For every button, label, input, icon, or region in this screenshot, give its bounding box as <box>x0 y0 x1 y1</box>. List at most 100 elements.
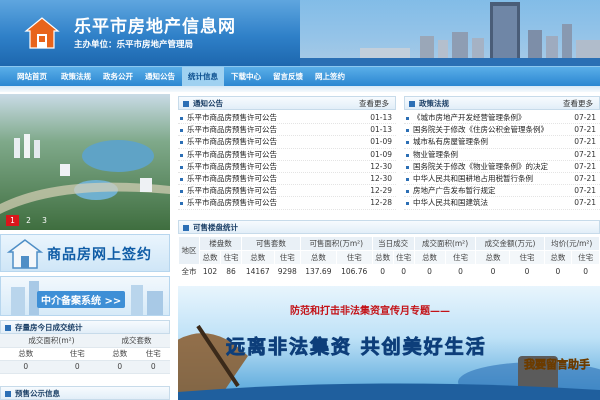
site-logo-icon <box>24 17 60 49</box>
bullet-icon <box>180 117 183 120</box>
bullet-icon <box>180 190 183 194</box>
slideshow-banner[interactable]: 1 2 3 <box>0 94 170 230</box>
deal-subheader: 总数 <box>0 347 52 361</box>
sale-stats-header: 可售楼盘统计 <box>178 220 600 234</box>
stats-value: 106.76 <box>335 264 373 279</box>
policy-item[interactable]: 城市私有房屋管理条例 07-21 <box>404 136 600 149</box>
policy-date: 07-21 <box>574 125 596 135</box>
nav-notices[interactable]: 通知公告 <box>140 67 180 87</box>
policy-item[interactable]: 中华人民共和国建筑法 07-21 <box>404 197 600 210</box>
notices-more-link[interactable]: 查看更多 <box>359 97 389 111</box>
notice-date: 01-09 <box>370 137 392 147</box>
policy-item[interactable]: 《城市房地产开发经营管理条例》 07-21 <box>404 112 600 125</box>
square-bullet-icon <box>183 225 189 231</box>
stats-value: 102 <box>198 264 221 279</box>
stats-subheader: 总数 <box>543 250 573 265</box>
stats-value: 86 <box>219 264 242 279</box>
bullet-icon <box>180 165 183 169</box>
bullet-icon <box>180 129 183 133</box>
notice-date: 12-30 <box>370 161 392 171</box>
deal-stats-header: 存量房今日成交统计 <box>0 320 170 334</box>
anti-illegal-fundraising-banner[interactable]: 防范和打击非法集资宣传月专题—— 远离非法集资 共创美好生活 我要留言助手 <box>178 286 600 400</box>
policies-list: 《城市房地产开发经营管理条例》 07-21 国务院关于修改《住房公积金管理条例》 0… <box>404 112 600 210</box>
policy-title: 国务院关于修改《物业管理条例》的决定 <box>413 161 548 171</box>
deal-value: 0 <box>103 360 137 374</box>
stats-subheader: 总数 <box>371 250 394 265</box>
notice-item[interactable]: 乐平市商品房预售许可公告 12-30 <box>178 161 396 173</box>
nav-government-affairs[interactable]: 政务公开 <box>98 67 138 87</box>
square-bullet-icon <box>409 101 415 107</box>
deal-header-count: 成交套数 <box>103 334 170 348</box>
slide-dot-2[interactable]: 2 <box>22 215 35 226</box>
policy-item[interactable]: 国务院关于修改《住房公积金管理条例》 07-21 <box>404 124 600 137</box>
policy-item[interactable]: 房地产广告发布暂行规定 07-21 <box>404 185 600 198</box>
slide-dot-1[interactable]: 1 <box>6 215 19 226</box>
nav-home[interactable]: 网站首页 <box>10 67 54 87</box>
policy-item[interactable]: 国务院关于修改《物业管理条例》的决定 07-21 <box>404 161 600 173</box>
nav-statistics[interactable]: 统计信息 <box>182 67 224 87</box>
stats-value: 0 <box>509 264 545 279</box>
notice-title: 乐平市商品房预售许可公告 <box>187 186 277 196</box>
stats-subheader: 住宅 <box>219 250 242 265</box>
stats-value: 0 <box>571 264 600 279</box>
stats-header-region: 地区 <box>178 236 200 265</box>
notice-item[interactable]: 乐平市商品房预售许可公告 12-29 <box>178 185 396 198</box>
stats-value: 9298 <box>273 264 301 279</box>
policy-title: 城市私有房屋管理条例 <box>413 137 488 147</box>
notices-title: 通知公告 <box>193 99 223 108</box>
stats-value: 0 <box>475 264 511 279</box>
main-nav: 网站首页 政策法规 政务公开 通知公告 统计信息 下载中心 留言反馈 网上签约 <box>0 66 600 87</box>
square-bullet-icon <box>183 101 189 107</box>
policy-title: 国务院关于修改《住房公积金管理条例》 <box>413 125 548 135</box>
policy-item[interactable]: 物业管理条例 07-21 <box>404 149 600 161</box>
notice-title: 乐平市商品房预售许可公告 <box>187 137 277 147</box>
policy-title: 房地产广告发布暂行规定 <box>413 186 496 196</box>
bullet-icon <box>406 129 409 133</box>
nav-divider <box>0 86 600 92</box>
bullet-icon <box>406 153 409 157</box>
agency-filing-banner[interactable]: 中介备案系统 >> <box>0 276 170 316</box>
policy-date: 07-21 <box>574 113 596 122</box>
notice-title: 乐平市商品房预售许可公告 <box>187 161 277 171</box>
notices-list: 乐平市商品房预售许可公告 01-13 乐平市商品房预售许可公告 01-13 乐平市商… <box>178 112 396 210</box>
notice-item[interactable]: 乐平市商品房预售许可公告 12-30 <box>178 173 396 186</box>
stats-subheader: 总数 <box>198 250 221 265</box>
nav-feedback[interactable]: 留言反馈 <box>268 67 308 87</box>
nav-policy[interactable]: 政策法规 <box>56 67 96 87</box>
online-signing-banner[interactable]: 商品房网上签约 <box>0 234 170 272</box>
bullet-icon <box>406 117 409 120</box>
slide-dot-3[interactable]: 3 <box>38 215 51 226</box>
policy-item[interactable]: 中华人民共和国耕地占用税暂行条例 07-21 <box>404 173 600 186</box>
deal-subheader: 住宅 <box>136 347 170 361</box>
stats-header-area: 可售面积(万m²) <box>299 236 373 251</box>
banner-tag[interactable]: 我要留言助手 <box>524 356 591 372</box>
policy-date: 07-21 <box>574 161 596 171</box>
presale-title[interactable]: 预售公示信息 <box>15 389 60 398</box>
notice-item[interactable]: 乐平市商品房预售许可公告 01-13 <box>178 112 396 125</box>
nav-downloads[interactable]: 下载中心 <box>226 67 266 87</box>
bullet-icon <box>406 177 409 181</box>
notice-date: 01-13 <box>370 113 392 122</box>
notice-date: 12-29 <box>370 186 392 196</box>
stats-value: 0 <box>444 264 477 279</box>
notice-item[interactable]: 乐平市商品房预售许可公告 01-13 <box>178 124 396 137</box>
stats-subheader: 住宅 <box>392 250 415 265</box>
slideshow-pager: 1 2 3 <box>6 215 51 226</box>
stats-subheader: 总数 <box>475 250 511 265</box>
policy-date: 07-21 <box>574 137 596 147</box>
notice-item[interactable]: 乐平市商品房预售许可公告 12-28 <box>178 197 396 210</box>
sale-stats-table: 地区 楼盘数 可售套数 可售面积(万m²) 当日成交 成交面积(m²) 成交金额… <box>178 236 600 279</box>
stats-header-avg-price: 均价(元/m²) <box>543 236 600 251</box>
stats-header-deal-area: 成交面积(m²) <box>413 236 477 251</box>
notice-item[interactable]: 乐平市商品房预售许可公告 01-09 <box>178 136 396 149</box>
bullet-icon <box>406 165 409 169</box>
notice-title: 乐平市商品房预售许可公告 <box>187 198 277 208</box>
bullet-icon <box>180 153 183 157</box>
nav-online-signing[interactable]: 网上签约 <box>310 67 350 87</box>
city-skyline-image <box>300 0 600 66</box>
stats-header-deal-amount: 成交金额(万元) <box>475 236 545 251</box>
notice-item[interactable]: 乐平市商品房预售许可公告 01-09 <box>178 149 396 161</box>
stats-value: 0 <box>413 264 446 279</box>
policies-more-link[interactable]: 查看更多 <box>563 97 593 111</box>
agency-filing-label: 中介备案系统 >> <box>37 291 126 308</box>
